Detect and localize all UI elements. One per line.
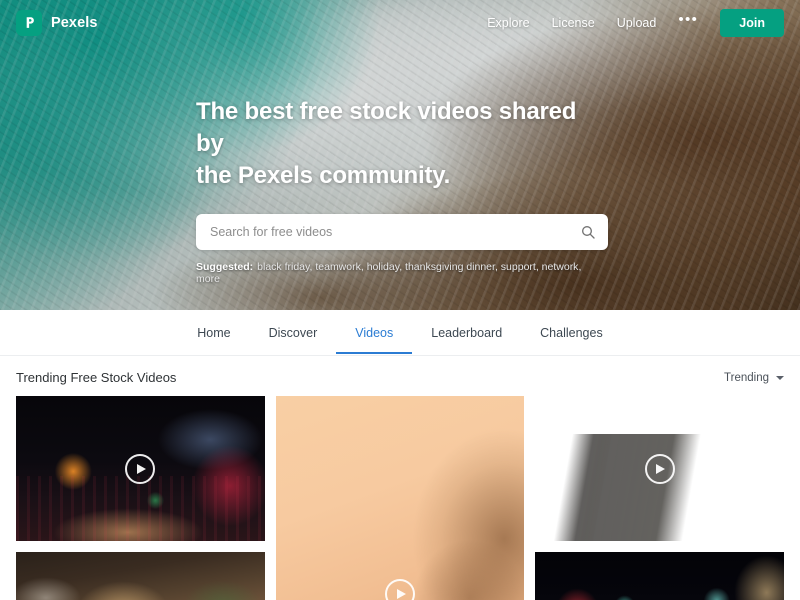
ellipsis-icon[interactable]: ••• bbox=[678, 12, 698, 29]
play-icon[interactable] bbox=[125, 453, 156, 484]
suggested-tag-teamwork[interactable]: teamwork bbox=[315, 261, 361, 273]
video-thumbnail bbox=[16, 552, 265, 600]
top-navigation-bar: Pexels Explore License Upload ••• Join bbox=[0, 0, 800, 45]
pexels-p-logo-icon bbox=[16, 9, 42, 36]
suggested-label: Suggested: bbox=[196, 260, 254, 273]
chevron-down-icon bbox=[776, 375, 784, 380]
search-icon[interactable] bbox=[580, 224, 596, 240]
tab-videos[interactable]: Videos bbox=[336, 312, 413, 354]
hero-title-line-1: The best free stock videos shared by bbox=[196, 98, 577, 157]
hero-content: The best free stock videos shared by the… bbox=[196, 96, 608, 285]
video-thumbnail bbox=[275, 396, 525, 600]
search-input[interactable] bbox=[210, 224, 580, 239]
top-nav-links: Explore License Upload ••• Join bbox=[487, 8, 784, 37]
nav-link-upload[interactable]: Upload bbox=[617, 16, 657, 30]
hero-banner: Pexels Explore License Upload ••• Join T… bbox=[0, 0, 800, 310]
play-icon[interactable] bbox=[644, 453, 675, 484]
grid-column-3 bbox=[535, 396, 785, 600]
suggested-tag-holiday[interactable]: holiday bbox=[367, 261, 400, 273]
suggested-tag-thanksgiving-dinner[interactable]: thanksgiving dinner bbox=[405, 261, 495, 273]
sort-dropdown-label: Trending bbox=[724, 371, 769, 384]
sort-dropdown[interactable]: Trending bbox=[724, 372, 784, 384]
brand-logo[interactable]: Pexels bbox=[16, 9, 98, 36]
tab-home[interactable]: Home bbox=[178, 312, 249, 354]
tab-challenges[interactable]: Challenges bbox=[521, 312, 622, 354]
tab-leaderboard[interactable]: Leaderboard bbox=[412, 312, 521, 354]
video-thumbnail bbox=[535, 552, 785, 600]
suggested-tag-black-friday[interactable]: black friday bbox=[257, 261, 309, 273]
grid-column-2 bbox=[275, 396, 525, 600]
hero-title-line-2: the Pexels community. bbox=[196, 161, 451, 189]
suggested-tag-support[interactable]: support bbox=[501, 261, 536, 273]
suggested-tags: Suggested: black friday, teamwork, holida… bbox=[196, 260, 582, 285]
nav-link-license[interactable]: License bbox=[552, 16, 595, 30]
page-title: The best free stock videos shared by the… bbox=[196, 96, 608, 192]
suggested-tag-network[interactable]: network bbox=[542, 261, 579, 273]
suggested-tag-more[interactable]: more bbox=[196, 273, 220, 285]
video-card-night-city-lights[interactable] bbox=[535, 552, 785, 600]
join-button[interactable]: Join bbox=[720, 8, 784, 37]
nav-link-explore[interactable]: Explore bbox=[487, 16, 529, 30]
video-card-peach-wall-shadow[interactable] bbox=[275, 396, 525, 600]
video-grid bbox=[0, 396, 800, 600]
grid-column-1 bbox=[16, 396, 265, 600]
section-title: Trending Free Stock Videos bbox=[16, 370, 177, 385]
video-card-living-room-interior[interactable] bbox=[16, 552, 265, 600]
section-header: Trending Free Stock Videos Trending bbox=[0, 356, 800, 396]
search-bar[interactable] bbox=[196, 213, 608, 250]
brand-name: Pexels bbox=[51, 14, 98, 31]
video-card-city-night-street[interactable] bbox=[16, 396, 265, 541]
video-card-desert-highway-van[interactable] bbox=[535, 396, 784, 541]
content-tab-bar: Home Discover Videos Leaderboard Challen… bbox=[0, 310, 800, 356]
tab-discover[interactable]: Discover bbox=[250, 312, 337, 354]
